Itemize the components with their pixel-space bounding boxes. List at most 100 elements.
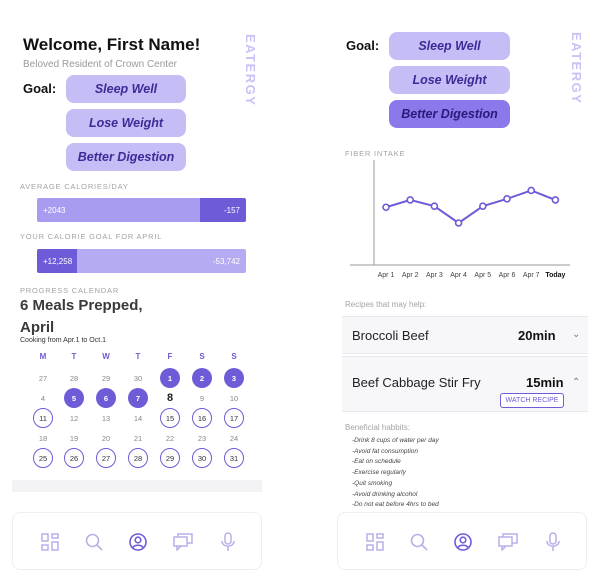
digestion-screen: EATERGY Goal: Sleep Well Lose Weight Bet… <box>330 0 614 578</box>
brand-logo: EATERGY <box>243 34 258 107</box>
weekday-label: F <box>167 352 173 361</box>
calendar-day[interactable]: 30 <box>128 368 148 388</box>
calendar-day[interactable]: 27 <box>33 368 53 388</box>
chevron-up-icon[interactable]: ⌃ <box>572 377 580 388</box>
calendar-day[interactable]: 1 <box>160 368 180 388</box>
calendar-day[interactable]: 28 <box>64 368 84 388</box>
recipes-label: Recipes that may help: <box>345 300 427 309</box>
search-icon[interactable] <box>83 531 105 553</box>
weekday-label: M <box>39 352 47 361</box>
calendar-day[interactable]: 31 <box>224 448 244 468</box>
habit-item: -Avoid fat consumption <box>352 447 418 455</box>
calendar-day[interactable]: 15 <box>160 408 180 428</box>
goal-lose-weight-button[interactable]: Lose Weight <box>389 66 510 94</box>
avg-calories-label: AVERAGE CALORIES/DAY <box>20 182 129 191</box>
goal-sleep-well-button[interactable]: Sleep Well <box>389 32 510 60</box>
watch-recipe-button[interactable]: WATCH RECIPE <box>500 393 564 408</box>
calorie-goal-label: YOUR CALORIE GOAL FOR APRIL <box>20 232 163 241</box>
calendar-day[interactable]: 29 <box>160 448 180 468</box>
habit-item: -Do not eat before 4hrs to bed <box>352 501 439 509</box>
calendar-day[interactable]: 5 <box>64 388 84 408</box>
fiber-data-point <box>430 202 439 211</box>
goal-sleep-well-button[interactable]: Sleep Well <box>66 75 186 103</box>
goal-label: Goal: <box>23 81 57 96</box>
meals-prepped-line2: April <box>20 319 55 336</box>
chat-icon[interactable] <box>172 531 194 553</box>
meals-prepped-line1: 6 Meals Prepped, <box>20 297 143 314</box>
calendar-day[interactable]: 2 <box>192 368 212 388</box>
calendar-day[interactable]: 7 <box>128 388 148 408</box>
fiber-data-point <box>551 196 560 204</box>
calendar-day[interactable]: 16 <box>192 408 212 428</box>
profile-icon[interactable] <box>127 531 149 553</box>
goal-label: Goal: <box>346 38 380 53</box>
calendar-day[interactable]: 3 <box>224 368 244 388</box>
calendar-footer <box>12 480 262 492</box>
calorie-goal-bar: +12,258 -53,742 <box>37 249 246 273</box>
weekday-label: T <box>135 352 141 361</box>
calendar-day[interactable]: 28 <box>128 448 148 468</box>
fiber-data-point <box>406 196 414 204</box>
progress-calendar-label: PROGRESS CALENDAR <box>20 286 120 295</box>
avg-calories-negative: -157 <box>200 198 246 222</box>
calendar-day[interactable]: 6 <box>96 388 116 408</box>
calendar-day[interactable]: 26 <box>64 448 84 468</box>
calendar-day[interactable]: 17 <box>224 408 244 428</box>
cooking-range: Cooking from Apr.1 to Oct.1 <box>20 337 106 344</box>
goal-better-digestion-button[interactable]: Better Digestion <box>66 143 186 171</box>
calendar-day[interactable]: 21 <box>128 428 148 448</box>
fiber-intake-chart <box>350 160 570 266</box>
profile-icon[interactable] <box>452 531 474 553</box>
calendar-day[interactable]: 30 <box>192 448 212 468</box>
calendar-day[interactable]: 13 <box>96 408 116 428</box>
avg-calories-positive: +2043 <box>37 198 200 222</box>
meals-prepped-title: 6 Meals Prepped, April <box>20 295 143 339</box>
grid-icon[interactable] <box>364 531 386 553</box>
goal-better-digestion-button[interactable]: Better Digestion <box>389 100 510 128</box>
calendar-day[interactable]: 8 <box>160 388 180 408</box>
calendar-day[interactable]: 22 <box>160 428 180 448</box>
fiber-data-point <box>527 186 535 195</box>
recipe-name: Broccoli Beef <box>352 328 429 343</box>
calendar-day[interactable]: 27 <box>96 448 116 468</box>
recipe-name: Beef Cabbage Stir Fry <box>352 375 481 390</box>
recipe-row-broccoli-beef[interactable]: Broccoli Beef 20min ⌄ <box>342 316 588 354</box>
calendar-day[interactable]: 12 <box>64 408 84 428</box>
fiber-data-point <box>479 202 487 211</box>
calendar-day[interactable]: 25 <box>33 448 53 468</box>
recipe-time: 15min <box>526 375 564 390</box>
home-screen: EATERGY Welcome, First Name! Beloved Res… <box>0 0 270 578</box>
weekday-label: S <box>199 352 205 361</box>
habit-item: -Avoid drinking alcohol <box>352 490 418 498</box>
calendar-day[interactable]: 18 <box>33 428 53 448</box>
fiber-data-point <box>454 219 463 227</box>
calendar-day[interactable]: 11 <box>33 408 53 428</box>
calendar-day[interactable]: 19 <box>64 428 84 448</box>
calendar-day[interactable]: 4 <box>33 388 53 408</box>
habits-title: Beneficial habbits: <box>345 423 410 432</box>
weekday-label: W <box>102 352 110 361</box>
mic-icon[interactable] <box>542 531 564 553</box>
welcome-heading: Welcome, First Name! <box>23 35 201 54</box>
calendar-day[interactable]: 20 <box>96 428 116 448</box>
calendar-day[interactable]: 9 <box>192 388 212 408</box>
calendar-day[interactable]: 29 <box>96 368 116 388</box>
goal-lose-weight-button[interactable]: Lose Weight <box>66 109 186 137</box>
recipe-time: 20min <box>518 328 556 343</box>
habit-item: -Drink 8 cups of water per day <box>352 437 439 444</box>
calorie-goal-positive: +12,258 <box>37 249 77 273</box>
calendar-day[interactable]: 14 <box>128 408 148 428</box>
weekday-label: T <box>71 352 77 361</box>
mic-icon[interactable] <box>217 531 239 553</box>
calendar-day[interactable]: 24 <box>224 428 244 448</box>
search-icon[interactable] <box>408 531 430 553</box>
chevron-down-icon[interactable]: ⌄ <box>572 329 580 340</box>
chat-icon[interactable] <box>497 531 519 553</box>
fiber-data-point <box>382 203 390 212</box>
grid-icon[interactable] <box>39 531 61 553</box>
brand-logo: EATERGY <box>569 32 584 105</box>
calendar-day[interactable]: 23 <box>192 428 212 448</box>
calendar-day[interactable]: 10 <box>224 388 244 408</box>
habit-item: -Quit smoking <box>352 479 393 487</box>
bottom-nav <box>337 512 587 570</box>
